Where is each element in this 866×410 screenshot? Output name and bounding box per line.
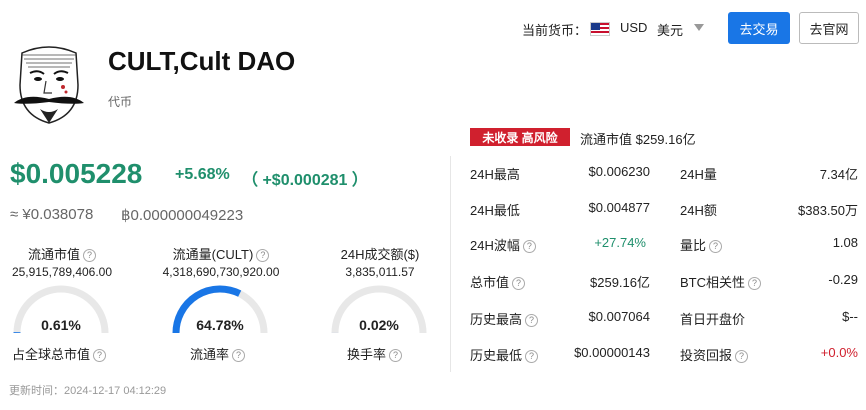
stat-value: 4,318,690,730,920.00 [162,265,280,279]
gauge-circulation-rate: 64.78% [170,283,270,343]
table-row-value: +27.74% [594,235,646,250]
circulating-market-cap: 流通市值 $259.16亿 [580,132,696,147]
stat-label: 24H成交额($) [340,247,420,262]
currency-label: 当前货币： [522,23,588,38]
price-cny: ≈ ¥0.038078 [10,206,94,223]
table-row-label: 24H额 [680,203,717,218]
table-row-value: $0.004877 [588,200,650,215]
table-row-value: -0.29 [828,272,858,287]
table-row-value: 7.34亿 [819,167,858,182]
gauge-arc [331,285,427,334]
table-row-value: 1.08 [832,235,858,250]
stat-value: 3,835,011.57 [345,265,415,279]
table-row-label: 总市值? [470,272,526,291]
gauge-arc [172,285,268,334]
updated-time: 更新时间：2024-12-17 04:12:29 [9,385,167,397]
gauge-label: 流通率? [190,344,246,363]
table-row-value: $0.007064 [588,309,650,324]
help-icon[interactable]: ? [389,349,403,363]
table-row-value: $-- [842,309,858,324]
stat-circulating-supply: 流通量(CULT)? 4,318,690,730,920.00 [141,244,301,279]
stat-value: 25,915,789,406.00 [11,265,113,279]
coin-type: 代币 [108,95,133,109]
risk-badge: 未收录 高风险 [470,128,570,146]
stat-label: 流通量(CULT) [172,247,254,262]
help-icon[interactable]: ? [525,314,539,328]
table-row-label: 24H量 [680,167,717,182]
coin-logo [14,46,84,124]
official-site-button[interactable]: 去官网 [799,12,859,44]
trade-button[interactable]: 去交易 [728,12,790,44]
help-icon[interactable]: ? [709,240,723,254]
table-row-label: 首日开盘价 [680,312,746,327]
help-icon[interactable]: ? [232,349,246,363]
currency-name[interactable]: 美元 [657,20,683,39]
table-row-label: BTC相关性? [680,272,762,291]
table-row-value: $383.50万 [798,203,858,218]
table-row-value: $0.006230 [588,164,650,179]
divider [450,156,451,372]
table-row-label: 24H最低 [470,203,520,218]
currency-code[interactable]: USD [620,20,647,35]
price-change-percent: +5.68% [175,166,230,183]
help-icon[interactable]: ? [83,249,96,263]
stat-24h-turnover: 24H成交额($) 3,835,011.57 [300,244,460,279]
gauge-label: 占全球总市值? [12,344,107,363]
table-row-label: 量比? [680,235,723,254]
us-flag-icon [590,22,610,36]
help-icon[interactable]: ? [525,350,539,364]
gauge-label: 换手率? [347,344,403,363]
table-row-label: 24H波幅? [470,235,536,254]
table-row-label: 历史最高? [470,309,539,328]
gauge-global-share: 0.61% [11,283,111,343]
stat-label: 流通市值 [27,247,80,262]
help-icon[interactable]: ? [522,240,536,254]
table-row-value: $259.16亿 [590,275,650,290]
help-icon[interactable]: ? [256,249,270,263]
help-icon[interactable]: ? [512,277,526,291]
gauge-value: 0.02% [359,317,399,333]
table-row-label: 24H最高 [470,167,520,182]
price-change-absolute: （ +$0.000281 ） [242,172,368,189]
price-btc: ฿0.000000049223 [121,207,244,224]
price: $0.005228 [10,158,143,189]
coin-name: CULT,Cult DAO [108,46,296,76]
gauge-turnover-rate: 0.02% [329,283,429,343]
gauge-arc [13,285,109,334]
gauge-value: 64.78% [196,317,244,333]
help-icon[interactable]: ? [735,350,749,364]
table-row-value: $0.00000143 [574,345,650,360]
gauge-value: 0.61% [41,317,81,333]
stat-circulating-cap: 流通市值? 25,915,789,406.00 [0,244,142,279]
help-icon[interactable]: ? [93,349,107,363]
table-row-label: 历史最低? [470,345,539,364]
table-row-value: +0.0% [820,345,858,360]
table-row-label: 投资回报? [680,345,749,364]
chevron-down-icon[interactable] [694,24,704,31]
